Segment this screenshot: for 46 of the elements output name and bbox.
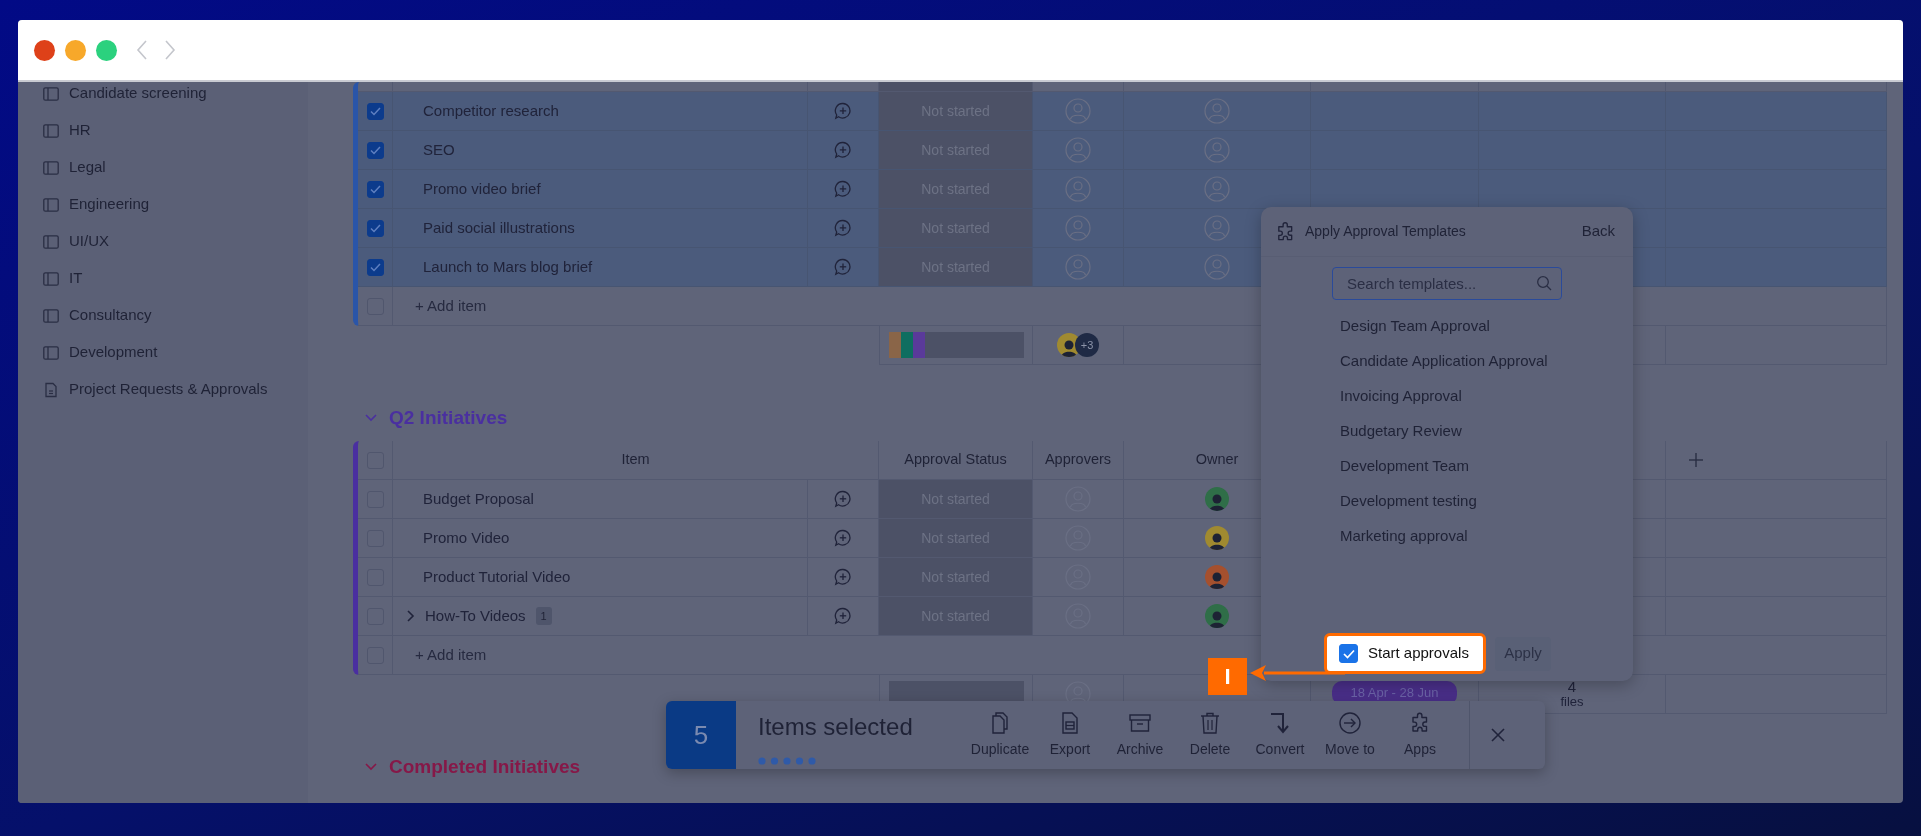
bulk-action-button[interactable]: Delete: [1175, 701, 1245, 769]
sidebar-item[interactable]: Candidate screening: [69, 82, 207, 105]
sidebar-item[interactable]: Engineering: [69, 193, 150, 216]
item-name[interactable]: Paid social illustrations: [423, 216, 575, 240]
popup-title: Apply Approval Templates: [1305, 222, 1467, 241]
item-name[interactable]: Promo Video: [423, 526, 510, 550]
column-header: Approval Status: [904, 450, 1007, 470]
back-button[interactable]: Back: [1581, 220, 1615, 243]
sidebar-item[interactable]: Project Requests & Approvals: [69, 378, 268, 401]
item-name[interactable]: How-To Videos: [425, 604, 526, 628]
sidebar-item[interactable]: Development: [69, 341, 158, 364]
template-option[interactable]: Budgetary Review: [1340, 420, 1462, 443]
item-name[interactable]: Budget Proposal: [423, 487, 534, 511]
selected-count: 5: [666, 701, 736, 769]
bulk-action-button[interactable]: Export: [1035, 701, 1105, 769]
template-option[interactable]: Design Team Approval: [1340, 315, 1490, 338]
files-count: 4: [1567, 679, 1577, 696]
item-name[interactable]: Product Tutorial Video: [423, 565, 571, 589]
column-header: Owner: [1195, 450, 1239, 470]
start-approvals-checkbox[interactable]: Start approvals: [1324, 633, 1486, 674]
more-count[interactable]: +3: [1075, 333, 1099, 357]
template-option[interactable]: Candidate Application Approval: [1340, 350, 1548, 373]
item-name[interactable]: Competitor research: [423, 99, 559, 123]
template-option[interactable]: Invoicing Approval: [1340, 385, 1462, 408]
group-title[interactable]: Completed Initiatives: [389, 752, 581, 782]
template-option[interactable]: Development testing: [1340, 490, 1477, 513]
column-header: Approvers: [1044, 450, 1112, 470]
add-item-link[interactable]: + Add item: [415, 643, 487, 667]
files-label: files: [1560, 695, 1584, 709]
selection-label: Items selected: [758, 712, 914, 742]
sidebar-item[interactable]: Legal: [69, 156, 106, 179]
template-option[interactable]: Development Team: [1340, 455, 1469, 478]
sidebar-item[interactable]: UI/UX: [69, 230, 109, 253]
item-name[interactable]: SEO: [423, 138, 455, 162]
sidebar-item[interactable]: IT: [69, 267, 83, 290]
add-item-link[interactable]: + Add item: [415, 294, 487, 318]
column-header: Item: [621, 450, 650, 470]
sidebar-item[interactable]: Consultancy: [69, 304, 152, 327]
step-marker: I: [1208, 658, 1247, 695]
bulk-action-button[interactable]: Archive: [1105, 701, 1175, 769]
template-option[interactable]: Marketing approval: [1340, 525, 1468, 548]
sidebar-item[interactable]: HR: [69, 119, 91, 142]
item-name[interactable]: Launch to Mars blog brief: [423, 255, 593, 279]
item-name[interactable]: Promo video brief: [423, 177, 541, 201]
bulk-action-button[interactable]: Duplicate: [965, 701, 1035, 769]
bulk-action-button[interactable]: Convert: [1245, 701, 1315, 769]
